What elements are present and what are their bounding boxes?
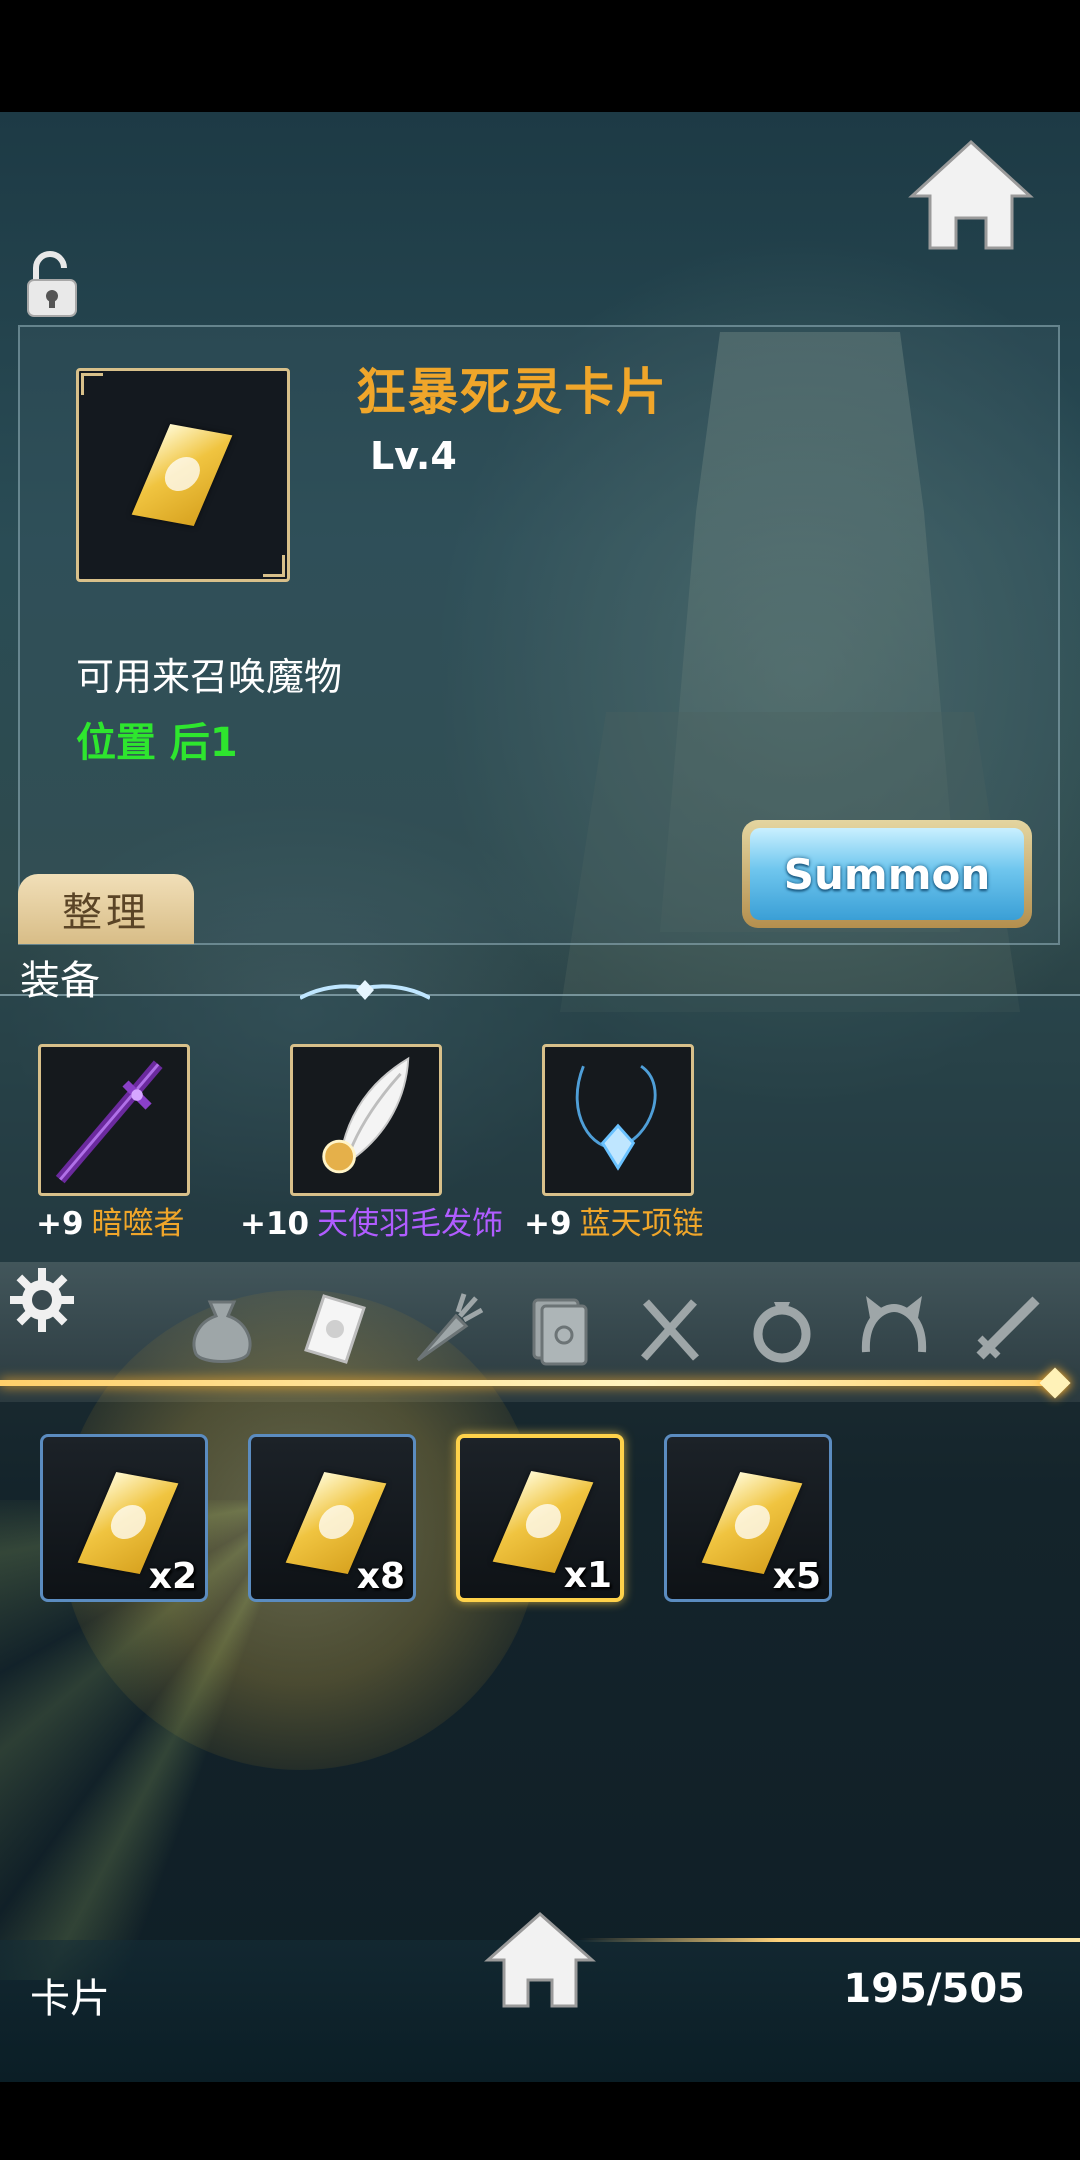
headband-icon bbox=[861, 1296, 927, 1353]
tab-headband[interactable] bbox=[850, 1284, 938, 1372]
unlock-icon[interactable] bbox=[22, 250, 82, 320]
inventory-slot-selected[interactable]: x1 bbox=[456, 1434, 624, 1602]
bottom-black-bar bbox=[0, 2082, 1080, 2160]
inventory-slot[interactable]: x2 bbox=[40, 1434, 208, 1602]
top-black-bar bbox=[0, 0, 1080, 112]
item-position: 位置 后1 bbox=[76, 720, 238, 766]
book-icon bbox=[532, 1298, 588, 1366]
tab-loot-bag[interactable] bbox=[178, 1284, 266, 1372]
item-portrait-frame bbox=[76, 368, 290, 582]
equip-label-headgear: +10 天使羽毛发饰 bbox=[240, 1198, 503, 1243]
current-category-label: 卡片 bbox=[30, 1976, 110, 2022]
item-description: 可用来召唤魔物 bbox=[76, 655, 343, 699]
utensils-icon bbox=[641, 1299, 699, 1361]
tab-ring[interactable] bbox=[738, 1284, 826, 1372]
item-count: x1 bbox=[563, 1555, 612, 1596]
loot-bag-icon bbox=[192, 1300, 252, 1363]
enhance-level: +9 bbox=[36, 1206, 84, 1242]
frame-corner bbox=[81, 373, 103, 395]
angel-feather-icon bbox=[322, 1056, 410, 1174]
card-icon bbox=[304, 1294, 366, 1364]
equip-slot-necklace[interactable] bbox=[542, 1044, 694, 1196]
carrot-icon bbox=[416, 1293, 484, 1362]
settings-gear-icon[interactable] bbox=[8, 1266, 76, 1334]
equip-slot-weapon[interactable] bbox=[38, 1044, 190, 1196]
enhance-level: +9 bbox=[524, 1206, 572, 1242]
inventory-slot[interactable]: x5 bbox=[664, 1434, 832, 1602]
item-level: Lv.4 bbox=[370, 434, 457, 478]
tab-underline-ornament bbox=[0, 1380, 1068, 1386]
equip-name: 蓝天项链 bbox=[579, 1206, 704, 1242]
equip-label-necklace: +9 蓝天项链 bbox=[524, 1198, 704, 1243]
home-icon[interactable] bbox=[908, 138, 1034, 253]
summon-button[interactable]: Summon bbox=[742, 820, 1032, 928]
summon-button-label: Summon bbox=[750, 828, 1024, 920]
tab-sword[interactable] bbox=[962, 1284, 1050, 1372]
home-icon[interactable] bbox=[484, 1910, 596, 2010]
inventory-capacity: 195/505 bbox=[843, 1966, 1025, 2012]
ring-icon bbox=[753, 1302, 811, 1363]
item-count: x8 bbox=[356, 1556, 405, 1597]
tab-utensils[interactable] bbox=[626, 1284, 714, 1372]
blue-necklace-icon bbox=[575, 1065, 657, 1171]
inventory-slot[interactable]: x8 bbox=[248, 1434, 416, 1602]
sort-button[interactable]: 整理 bbox=[18, 874, 194, 944]
item-count: x5 bbox=[772, 1556, 821, 1597]
equip-slot-headgear[interactable] bbox=[290, 1044, 442, 1196]
card-item-icon bbox=[131, 423, 233, 527]
item-count: x2 bbox=[148, 1556, 197, 1597]
bottom-gold-line bbox=[580, 1938, 1080, 1942]
item-name: 狂暴死灵卡片 bbox=[356, 363, 668, 421]
equip-name: 天使羽毛发饰 bbox=[317, 1206, 504, 1242]
enhance-level: +10 bbox=[240, 1206, 310, 1242]
ornament-icon bbox=[300, 980, 430, 1000]
tab-card[interactable] bbox=[290, 1284, 378, 1372]
equip-name: 暗噬者 bbox=[91, 1206, 185, 1242]
sword-icon bbox=[976, 1296, 1040, 1360]
dark-sword-icon bbox=[55, 1060, 163, 1184]
tab-book[interactable] bbox=[514, 1284, 602, 1372]
equip-label-weapon: +9 暗噬者 bbox=[36, 1198, 185, 1243]
tab-carrot[interactable] bbox=[402, 1284, 490, 1372]
equipment-section-label: 装备 bbox=[20, 958, 100, 1004]
frame-corner bbox=[263, 555, 285, 577]
